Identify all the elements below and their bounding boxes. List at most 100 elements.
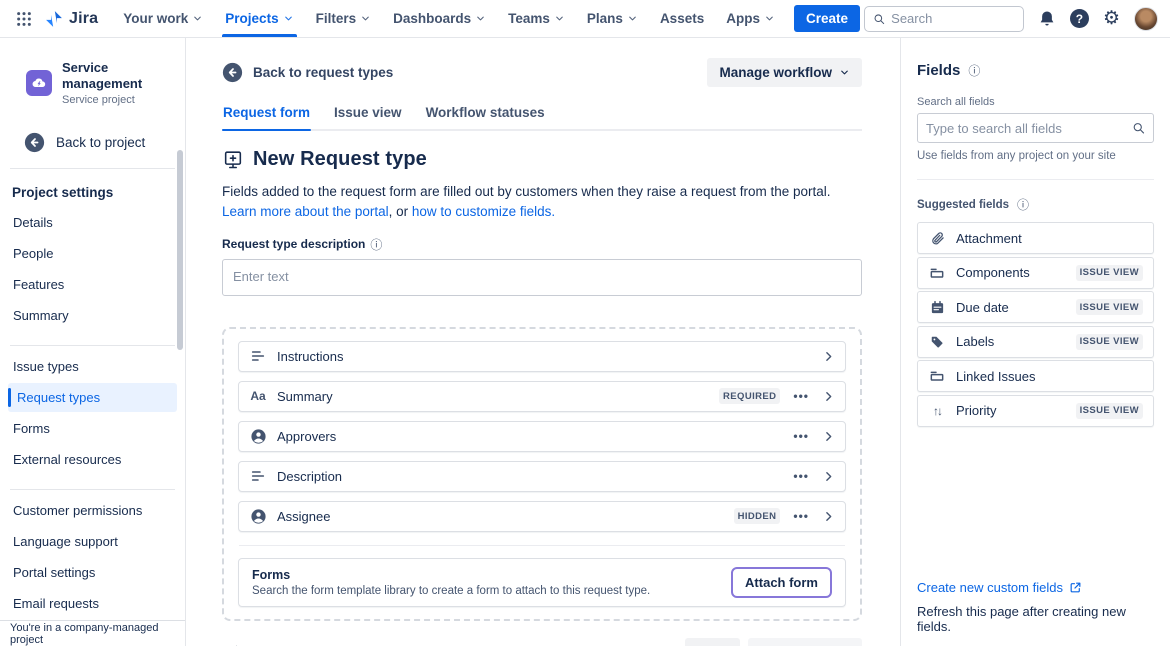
expand-chevron-icon[interactable] xyxy=(822,470,835,483)
external-link-icon xyxy=(1069,581,1082,594)
back-to-request-types-button[interactable]: Back to request types xyxy=(222,62,393,83)
jira-logo-text: Jira xyxy=(69,10,98,28)
sidebar-item-portal-settings[interactable]: Portal settings xyxy=(8,558,177,587)
more-options-button[interactable]: ••• xyxy=(790,387,812,405)
suggested-fields-list: Attachment Components ISSUE VIEW Due dat… xyxy=(917,222,1154,427)
nav-filters[interactable]: Filters xyxy=(305,0,383,37)
more-options-button[interactable]: ••• xyxy=(790,507,812,525)
save-changes-button[interactable]: Save changes xyxy=(748,638,862,646)
suggested-field-priority[interactable]: ↑↓ Priority ISSUE VIEW xyxy=(917,395,1154,427)
issue-view-badge: ISSUE VIEW xyxy=(1076,299,1143,315)
customize-fields-link[interactable]: how to customize fields. xyxy=(412,204,555,219)
fields-search[interactable] xyxy=(917,113,1154,143)
chevron-down-icon xyxy=(283,13,294,24)
sidebar-item-customer-permissions[interactable]: Customer permissions xyxy=(8,496,177,525)
more-options-button[interactable]: ••• xyxy=(790,427,812,445)
tab-issue-view[interactable]: Issue view xyxy=(333,105,403,129)
nav-projects[interactable]: Projects xyxy=(214,0,304,37)
sidebar-group-general: Details People Features Summary xyxy=(0,202,185,330)
sidebar-item-people[interactable]: People xyxy=(8,239,177,268)
app-switcher-icon[interactable] xyxy=(10,5,38,33)
nav-your-work[interactable]: Your work xyxy=(112,0,214,37)
project-header: Service management Service project xyxy=(0,60,185,106)
nav-dashboards[interactable]: Dashboards xyxy=(382,0,497,37)
page-title: New Request type xyxy=(253,148,427,171)
sidebar-item-external-resources[interactable]: External resources xyxy=(8,445,177,474)
nav-apps[interactable]: Apps xyxy=(715,0,786,37)
sidebar-item-language-support[interactable]: Language support xyxy=(8,527,177,556)
forms-section-title: Forms xyxy=(252,568,650,582)
view-button[interactable]: View xyxy=(685,638,740,646)
tab-request-form[interactable]: Request form xyxy=(222,105,311,129)
editor-tabs: Request form Issue view Workflow statuse… xyxy=(222,105,862,131)
suggested-field-components[interactable]: Components ISSUE VIEW xyxy=(917,257,1154,289)
info-icon[interactable]: ⓘ xyxy=(370,236,382,253)
priority-arrows-icon: ↑↓ xyxy=(928,404,946,418)
field-row-instructions[interactable]: Instructions xyxy=(238,341,846,372)
field-row-description[interactable]: Description ••• xyxy=(238,461,846,492)
chevron-down-icon xyxy=(475,13,486,24)
sidebar-item-details[interactable]: Details xyxy=(8,208,177,237)
back-to-project-button[interactable]: Back to project xyxy=(0,132,185,153)
create-new-custom-fields-link[interactable]: Create new custom fields xyxy=(917,580,1154,595)
back-arrow-icon xyxy=(24,132,45,153)
back-to-project-label: Back to project xyxy=(56,135,145,150)
tab-workflow-statuses[interactable]: Workflow statuses xyxy=(425,105,546,129)
learn-more-portal-link[interactable]: Learn more about the portal xyxy=(222,204,389,219)
request-type-editor: Back to request types Manage workflow Re… xyxy=(186,38,900,646)
top-navigation: Jira Your work Projects Filters Dashboar… xyxy=(0,0,1170,38)
discard-button[interactable]: Discard xyxy=(608,639,678,646)
user-avatar[interactable] xyxy=(1134,7,1158,31)
attach-form-button[interactable]: Attach form xyxy=(731,567,832,598)
forms-section: Forms Search the form template library t… xyxy=(238,558,846,607)
align-left-icon xyxy=(249,348,267,364)
request-type-description-input[interactable] xyxy=(222,259,862,296)
expand-chevron-icon[interactable] xyxy=(822,430,835,443)
suggested-field-attachment[interactable]: Attachment xyxy=(917,222,1154,254)
create-button[interactable]: Create xyxy=(794,5,860,32)
settings-gear-icon[interactable]: ⚙ xyxy=(1103,9,1120,28)
component-icon xyxy=(928,368,946,384)
expand-chevron-icon[interactable] xyxy=(822,510,835,523)
field-row-approvers[interactable]: Approvers ••• xyxy=(238,421,846,452)
suggested-field-due-date[interactable]: Due date ISSUE VIEW xyxy=(917,291,1154,323)
info-icon[interactable]: ⓘ xyxy=(1017,196,1029,213)
intro-text: Fields added to the request form are fil… xyxy=(222,182,862,223)
more-options-button[interactable]: ••• xyxy=(790,467,812,485)
sidebar-group-issue: Issue types Request types Forms External… xyxy=(0,346,185,474)
expand-chevron-icon[interactable] xyxy=(822,350,835,363)
search-icon xyxy=(873,12,885,26)
global-search[interactable] xyxy=(864,6,1024,32)
nav-plans[interactable]: Plans xyxy=(576,0,649,37)
jira-logo[interactable]: Jira xyxy=(44,9,98,29)
field-row-assignee[interactable]: Assignee HIDDEN ••• xyxy=(238,501,846,532)
sidebar-item-request-types[interactable]: Request types xyxy=(8,383,177,412)
suggested-field-labels[interactable]: Labels ISSUE VIEW xyxy=(917,326,1154,358)
sidebar-item-email-requests[interactable]: Email requests xyxy=(8,589,177,618)
global-search-input[interactable] xyxy=(891,11,1015,26)
sidebar-item-issue-types[interactable]: Issue types xyxy=(8,352,177,381)
info-icon[interactable]: ⓘ xyxy=(968,62,980,79)
suggested-field-linked-issues[interactable]: Linked Issues xyxy=(917,360,1154,392)
manage-workflow-button[interactable]: Manage workflow xyxy=(707,58,862,87)
notifications-bell-icon[interactable] xyxy=(1038,10,1056,28)
field-row-summary[interactable]: Aa Summary REQUIRED ••• xyxy=(238,381,846,412)
sidebar-scrollbar[interactable] xyxy=(177,150,183,350)
expand-chevron-icon[interactable] xyxy=(822,390,835,403)
forms-section-description: Search the form template library to crea… xyxy=(252,585,650,597)
hidden-badge: HIDDEN xyxy=(734,508,781,524)
sidebar-item-forms[interactable]: Forms xyxy=(8,414,177,443)
nav-teams[interactable]: Teams xyxy=(497,0,576,37)
topnav-right-cluster: ? ⚙ xyxy=(864,6,1158,32)
person-icon xyxy=(249,508,267,525)
project-type: Service project xyxy=(62,94,173,106)
text-style-icon: Aa xyxy=(249,389,267,403)
help-icon[interactable]: ? xyxy=(1070,9,1089,28)
search-icon xyxy=(1132,121,1145,135)
project-settings-sidebar: Service management Service project Back … xyxy=(0,38,186,646)
nav-assets[interactable]: Assets xyxy=(649,0,715,37)
sidebar-item-features[interactable]: Features xyxy=(8,270,177,299)
issue-view-badge: ISSUE VIEW xyxy=(1076,334,1143,350)
fields-search-input[interactable] xyxy=(926,121,1132,136)
sidebar-item-summary[interactable]: Summary xyxy=(8,301,177,330)
